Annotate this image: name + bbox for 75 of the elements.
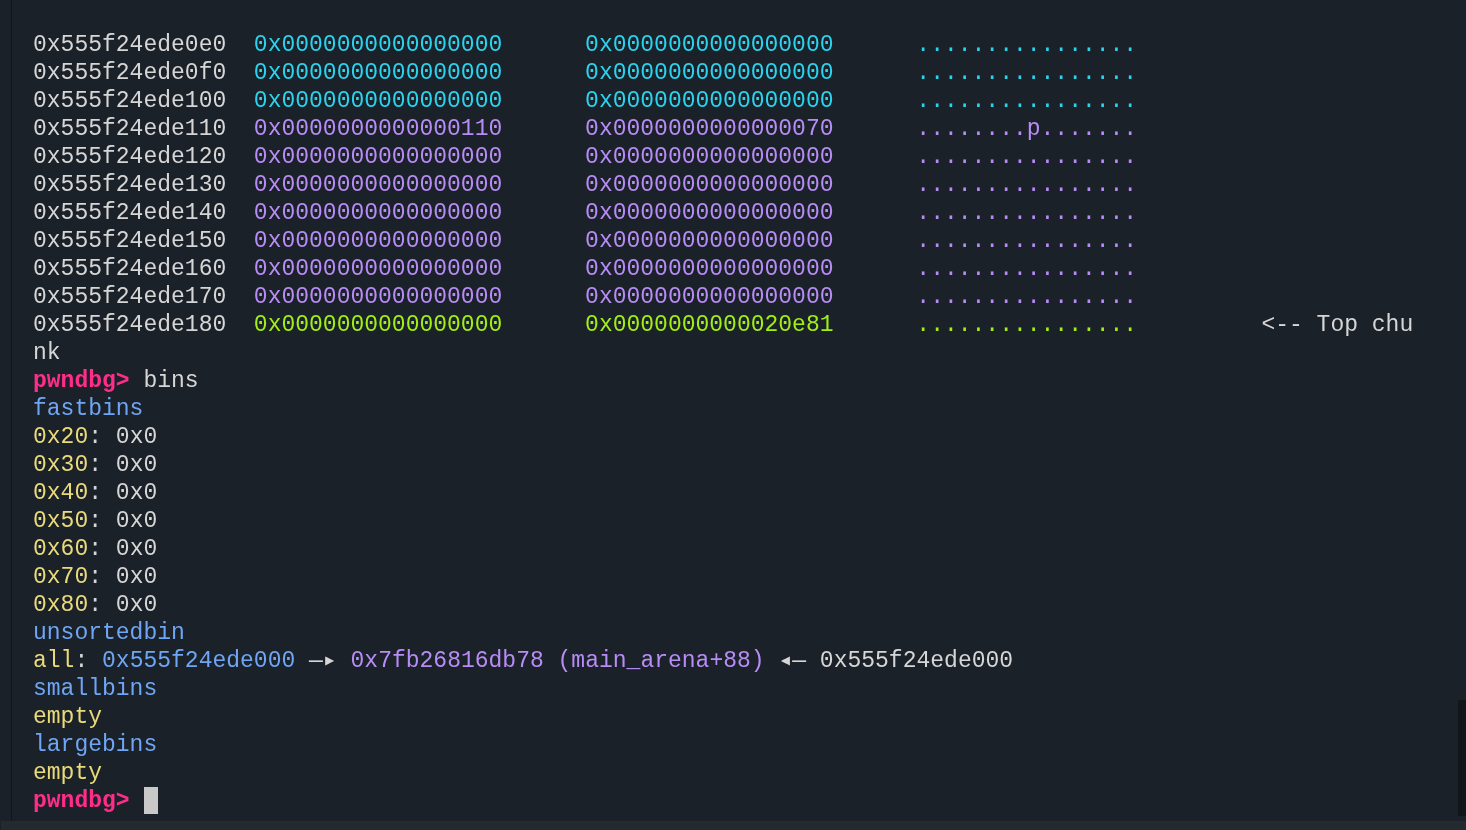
memory-value: 0x0000000000000000 bbox=[585, 59, 835, 87]
memory-address: 0x555f24ede140 bbox=[33, 199, 228, 227]
bin-label: 0x20 bbox=[33, 423, 89, 451]
output-text: : 0x0 bbox=[88, 451, 158, 479]
memory-value: 0x0000000000000000 bbox=[253, 255, 504, 283]
ascii-dump: ................ bbox=[916, 199, 1139, 227]
ascii-dump: ................ bbox=[916, 59, 1139, 87]
memory-value: 0x0000000000000000 bbox=[253, 227, 504, 255]
memory-value: 0x0000000000000000 bbox=[253, 283, 504, 311]
output-text: : 0x0 bbox=[88, 479, 158, 507]
output-text: : 0x0 bbox=[88, 591, 158, 619]
memory-address: 0x555f24ede170 bbox=[33, 283, 228, 311]
annotation: <-- Top chu bbox=[1261, 311, 1414, 339]
memory-value: 0x0000000000000000 bbox=[253, 143, 504, 171]
prompt: pwndbg> bbox=[33, 367, 130, 395]
memory-value: 0x0000000000000070 bbox=[585, 115, 835, 143]
memory-value: 0x0000000000000000 bbox=[585, 143, 835, 171]
memory-address: 0x555f24ede160 bbox=[33, 255, 228, 283]
memory-value: 0x0000000000000000 bbox=[253, 171, 504, 199]
bin-heading: largebins bbox=[33, 731, 158, 759]
bin-label: 0x70 bbox=[33, 563, 89, 591]
memory-address: 0x555f24ede100 bbox=[33, 87, 228, 115]
memory-value: 0x0000000000000000 bbox=[253, 31, 504, 59]
ascii-dump: ................ bbox=[916, 283, 1139, 311]
bin-label: 0x30 bbox=[33, 451, 89, 479]
ascii-dump: ................ bbox=[916, 227, 1139, 255]
prompt: pwndbg> bbox=[33, 787, 130, 815]
bin-label: 0x60 bbox=[33, 535, 89, 563]
symbol-address: 0x7fb26816db78 (main_arena+88) bbox=[350, 647, 765, 675]
memory-value: 0x0000000000000000 bbox=[585, 199, 835, 227]
memory-address: 0x555f24ede120 bbox=[33, 143, 228, 171]
bin-label: 0x50 bbox=[33, 507, 89, 535]
memory-address: 0x555f24ede110 bbox=[33, 115, 228, 143]
memory-value: 0x0000000000000000 bbox=[585, 255, 835, 283]
output-text: : bbox=[74, 647, 90, 675]
memory-address: 0x555f24ede0e0 bbox=[33, 31, 228, 59]
bin-heading: unsortedbin bbox=[33, 619, 185, 647]
bin-label: empty bbox=[33, 759, 102, 787]
bin-label: all bbox=[33, 647, 75, 675]
memory-value: 0x0000000000000000 bbox=[253, 311, 504, 339]
memory-value: 0x0000000000000000 bbox=[253, 87, 504, 115]
memory-value: 0x0000000000020e81 bbox=[585, 311, 835, 339]
memory-address: 0x555f24ede180 bbox=[33, 311, 228, 339]
bin-label: empty bbox=[33, 703, 102, 731]
output-text: : 0x0 bbox=[88, 423, 158, 451]
memory-value: 0x0000000000000000 bbox=[585, 283, 835, 311]
output-text: : 0x0 bbox=[88, 563, 158, 591]
output-text: nk bbox=[33, 339, 61, 367]
memory-value: 0x0000000000000000 bbox=[253, 199, 504, 227]
memory-address: 0x555f24ede150 bbox=[33, 227, 228, 255]
memory-value: 0x0000000000000000 bbox=[585, 227, 835, 255]
ascii-dump: ................ bbox=[916, 171, 1139, 199]
bin-heading: fastbins bbox=[33, 395, 144, 423]
ascii-dump: ................ bbox=[916, 255, 1139, 283]
memory-address: 0x555f24ede0f0 bbox=[33, 59, 228, 87]
bin-label: 0x40 bbox=[33, 479, 89, 507]
ascii-dump: ................ bbox=[916, 311, 1139, 339]
ascii-dump: ................ bbox=[916, 87, 1139, 115]
output-text: —▸ bbox=[308, 647, 338, 675]
output-text: bins bbox=[142, 367, 199, 395]
output-text: ◂— 0x555f24ede000 bbox=[777, 647, 1014, 675]
ascii-dump: ........p....... bbox=[916, 115, 1139, 143]
memory-value: 0x0000000000000000 bbox=[585, 31, 835, 59]
pointer-address: 0x555f24ede000 bbox=[102, 647, 296, 675]
bin-label: 0x80 bbox=[33, 591, 89, 619]
output-text: : 0x0 bbox=[88, 507, 158, 535]
bin-heading: smallbins bbox=[33, 675, 158, 703]
memory-value: 0x0000000000000000 bbox=[585, 171, 835, 199]
ascii-dump: ................ bbox=[916, 143, 1139, 171]
memory-value: 0x0000000000000000 bbox=[253, 59, 504, 87]
memory-value: 0x0000000000000000 bbox=[585, 87, 835, 115]
output-text: : 0x0 bbox=[88, 535, 158, 563]
ascii-dump: ................ bbox=[916, 31, 1139, 59]
memory-value: 0x0000000000000110 bbox=[253, 115, 504, 143]
memory-address: 0x555f24ede130 bbox=[33, 171, 228, 199]
